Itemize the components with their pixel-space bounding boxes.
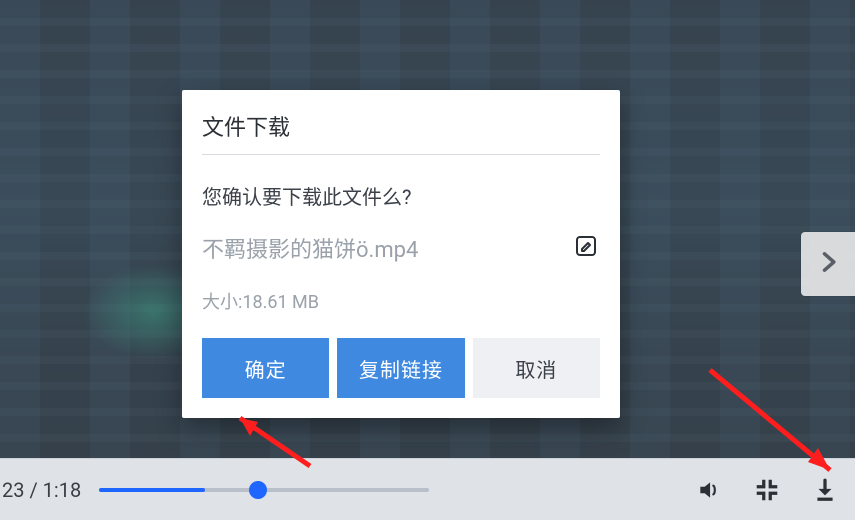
progress-slider[interactable] xyxy=(99,480,429,500)
edit-icon xyxy=(574,234,598,262)
volume-icon xyxy=(696,477,722,503)
download-dialog: 文件下载 您确认要下载此文件么? 不羁摄影的猫饼ö.mp4 大小:18.61 M… xyxy=(182,90,620,418)
download-button[interactable] xyxy=(805,470,845,510)
edit-filename-button[interactable] xyxy=(572,234,600,262)
player-control-bar: 23 / 1:18 xyxy=(0,458,855,520)
chevron-right-icon xyxy=(814,248,842,280)
progress-thumb[interactable] xyxy=(249,481,267,499)
dialog-title: 文件下载 xyxy=(202,108,600,155)
progress-fill xyxy=(99,488,205,492)
cancel-button[interactable]: 取消 xyxy=(473,338,600,398)
dialog-body: 您确认要下载此文件么? 不羁摄影的猫饼ö.mp4 大小:18.61 MB 确定 … xyxy=(202,155,600,398)
volume-button[interactable] xyxy=(689,470,729,510)
download-icon xyxy=(812,477,838,503)
ok-button[interactable]: 确定 xyxy=(202,338,329,398)
cancel-button-label: 取消 xyxy=(515,354,557,383)
file-size-label: 大小:18.61 MB xyxy=(202,288,600,314)
copy-link-button-label: 复制链接 xyxy=(359,354,443,383)
dialog-button-row: 确定 复制链接 取消 xyxy=(202,338,600,398)
file-name-label: 不羁摄影的猫饼ö.mp4 xyxy=(202,232,558,264)
time-display: 23 / 1:18 xyxy=(0,478,81,502)
copy-link-button[interactable]: 复制链接 xyxy=(337,338,464,398)
ok-button-label: 确定 xyxy=(245,354,287,383)
exit-fullscreen-button[interactable] xyxy=(747,470,787,510)
confirm-text: 您确认要下载此文件么? xyxy=(202,181,600,210)
exit-fullscreen-icon xyxy=(754,477,780,503)
video-player-screen: 文件下载 您确认要下载此文件么? 不羁摄影的猫饼ö.mp4 大小:18.61 M… xyxy=(0,0,855,520)
file-name-row: 不羁摄影的猫饼ö.mp4 xyxy=(202,232,600,264)
next-video-button[interactable] xyxy=(801,232,855,296)
